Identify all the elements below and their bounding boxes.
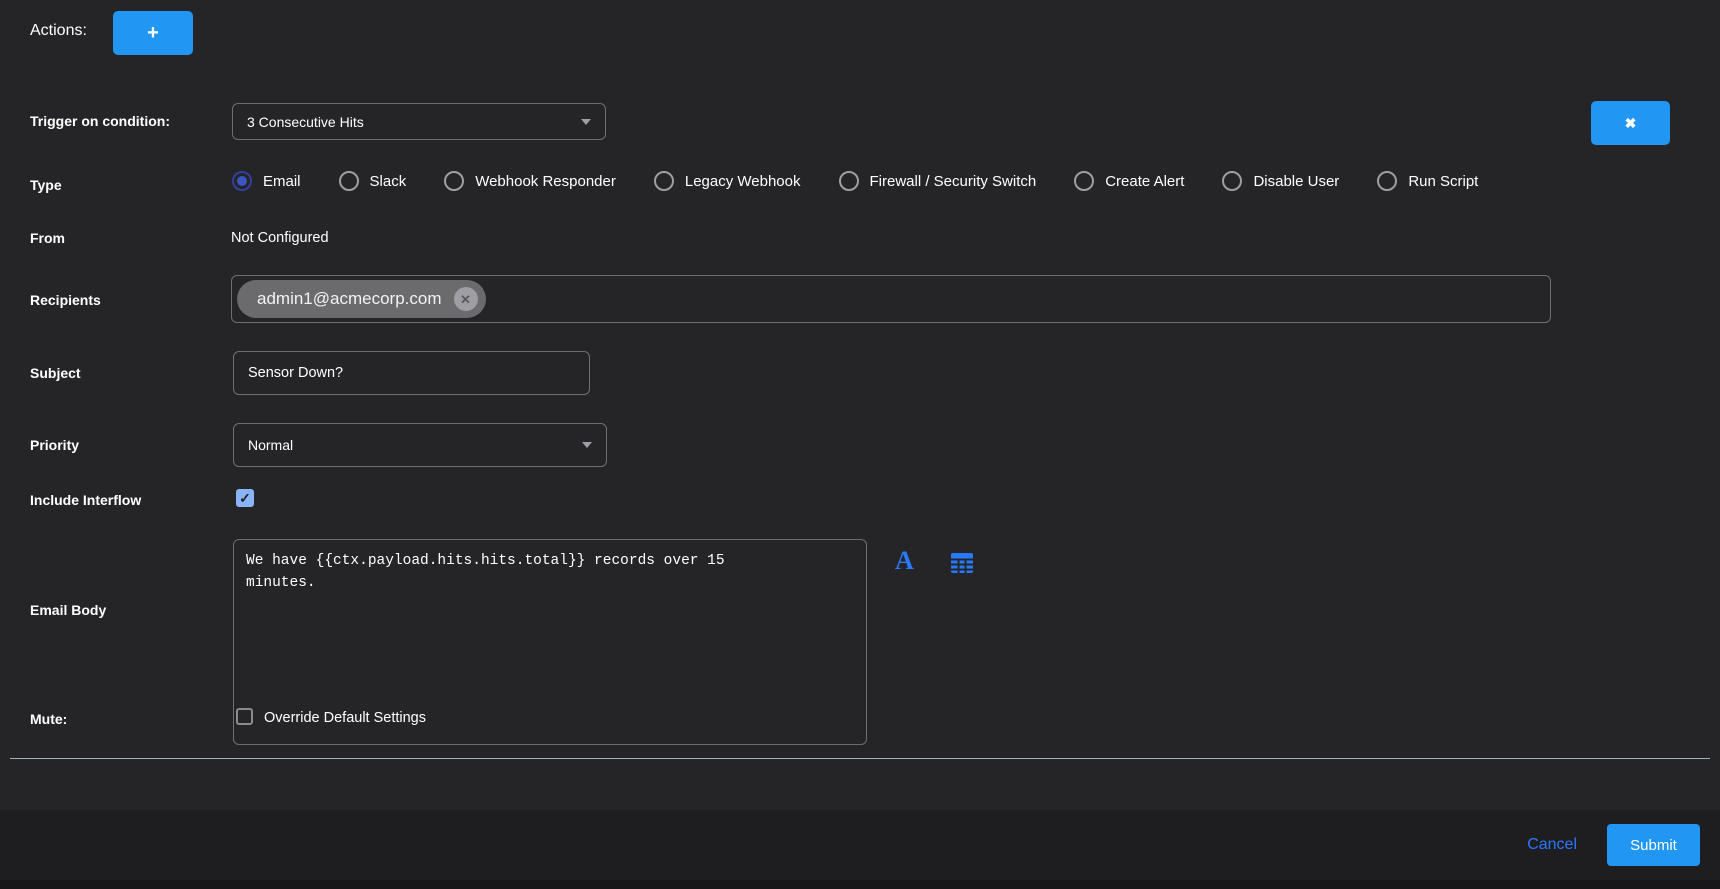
radio-option-label: Firewall / Security Switch bbox=[870, 173, 1037, 190]
subject-input[interactable] bbox=[233, 351, 590, 395]
table-insert-icon[interactable] bbox=[951, 553, 973, 573]
radio-option-email[interactable]: Email bbox=[232, 171, 301, 191]
radio-option-label: Run Script bbox=[1408, 173, 1478, 190]
radio-option-slack[interactable]: Slack bbox=[339, 171, 407, 191]
radio-option-run-script[interactable]: Run Script bbox=[1377, 171, 1478, 191]
include-interflow-checkbox[interactable]: ✓ bbox=[236, 489, 254, 507]
radio-option-label: Webhook Responder bbox=[475, 173, 616, 190]
radio-option-label: Legacy Webhook bbox=[685, 173, 801, 190]
radio-option-label: Create Alert bbox=[1105, 173, 1184, 190]
chip-remove-icon[interactable]: ✕ bbox=[454, 287, 478, 311]
cancel-button[interactable]: Cancel bbox=[1527, 836, 1577, 854]
priority-select[interactable]: Normal bbox=[233, 423, 607, 467]
radio-option-webhook-responder[interactable]: Webhook Responder bbox=[444, 171, 616, 191]
radio-option-create-alert[interactable]: Create Alert bbox=[1074, 171, 1184, 191]
radio-icon bbox=[232, 171, 252, 191]
chevron-down-icon bbox=[581, 119, 591, 125]
radio-icon bbox=[839, 171, 859, 191]
mute-override-label: Override Default Settings bbox=[264, 710, 426, 726]
radio-icon bbox=[654, 171, 674, 191]
include-interflow-label: Include Interflow bbox=[30, 492, 141, 508]
action-editor-panel: Actions: + Trigger on condition: 3 Conse… bbox=[0, 0, 1720, 889]
radio-icon bbox=[444, 171, 464, 191]
from-value: Not Configured bbox=[231, 230, 329, 246]
mute-label: Mute: bbox=[30, 711, 67, 727]
recipient-chip-text: admin1@acmecorp.com bbox=[257, 289, 442, 309]
radio-option-legacy-webhook[interactable]: Legacy Webhook bbox=[654, 171, 801, 191]
radio-option-firewall-security-switch[interactable]: Firewall / Security Switch bbox=[839, 171, 1037, 191]
radio-icon bbox=[1377, 171, 1397, 191]
remove-action-button[interactable]: ✖ bbox=[1591, 101, 1670, 145]
radio-option-label: Disable User bbox=[1253, 173, 1339, 190]
chevron-down-icon bbox=[582, 442, 592, 448]
trigger-condition-label: Trigger on condition: bbox=[30, 113, 170, 129]
radio-option-label: Email bbox=[263, 173, 301, 190]
mute-override-checkbox[interactable]: ✓ bbox=[236, 708, 253, 725]
close-icon: ✖ bbox=[1625, 115, 1637, 132]
recipients-input[interactable]: admin1@acmecorp.com ✕ bbox=[231, 275, 1551, 323]
actions-label: Actions: bbox=[30, 22, 87, 40]
priority-value: Normal bbox=[248, 437, 293, 453]
add-action-button[interactable]: + bbox=[113, 11, 193, 55]
from-label: From bbox=[30, 230, 65, 246]
type-label: Type bbox=[30, 177, 62, 193]
priority-label: Priority bbox=[30, 437, 79, 453]
footer-bar: Cancel Submit bbox=[0, 810, 1720, 880]
submit-button[interactable]: Submit bbox=[1607, 824, 1700, 866]
recipients-label: Recipients bbox=[30, 292, 101, 308]
email-body-label: Email Body bbox=[30, 602, 106, 618]
radio-option-label: Slack bbox=[370, 173, 407, 190]
bottom-strip bbox=[0, 880, 1720, 889]
plus-icon: + bbox=[147, 23, 159, 43]
radio-option-disable-user[interactable]: Disable User bbox=[1222, 171, 1339, 191]
trigger-condition-value: 3 Consecutive Hits bbox=[247, 114, 364, 130]
radio-icon bbox=[1222, 171, 1242, 191]
recipient-chip: admin1@acmecorp.com ✕ bbox=[237, 280, 486, 318]
checkmark-icon: ✓ bbox=[239, 491, 251, 505]
section-divider bbox=[10, 758, 1710, 759]
font-format-icon[interactable]: A bbox=[895, 548, 914, 574]
radio-icon bbox=[1074, 171, 1094, 191]
subject-label: Subject bbox=[30, 365, 81, 381]
radio-icon bbox=[339, 171, 359, 191]
type-radio-group: Email Slack Webhook Responder Legacy Webhoo… bbox=[232, 171, 1478, 191]
trigger-condition-select[interactable]: 3 Consecutive Hits bbox=[232, 103, 606, 140]
